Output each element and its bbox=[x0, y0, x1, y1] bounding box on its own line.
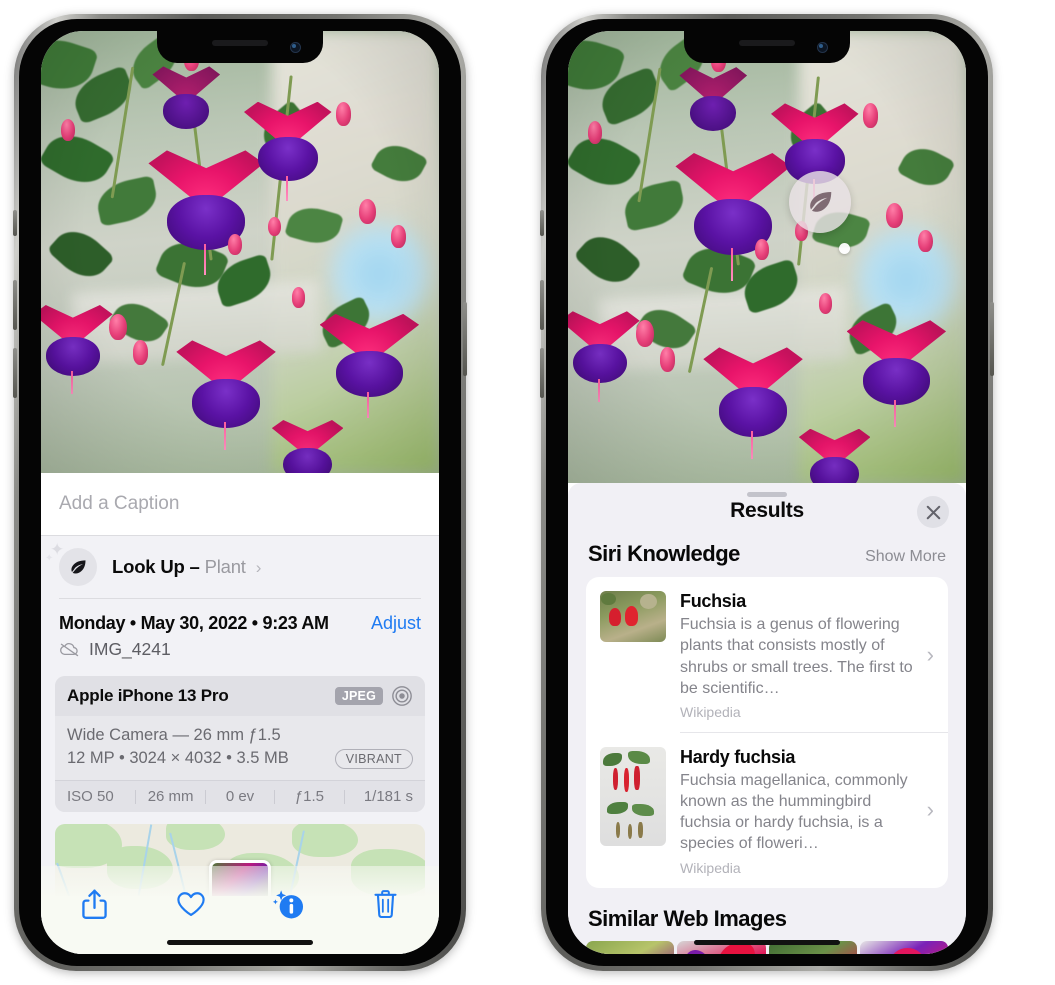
knowledge-source: Wikipedia bbox=[680, 704, 741, 721]
similar-web-images-header: Similar Web Images bbox=[568, 888, 966, 941]
knowledge-text: Fuchsia Fuchsia is a genus of flowering … bbox=[680, 591, 934, 720]
siri-knowledge-title: Siri Knowledge bbox=[588, 541, 740, 566]
screen-right: Results Siri Knowledge Show More Fuchsia… bbox=[568, 31, 966, 954]
chevron-right-icon: › bbox=[255, 558, 262, 577]
volume-up-left[interactable] bbox=[13, 280, 17, 330]
chevron-right-icon: › bbox=[926, 641, 934, 667]
volume-down-right[interactable] bbox=[540, 348, 544, 398]
knowledge-description: Fuchsia is a genus of flowering plants t… bbox=[680, 616, 913, 697]
exif-aperture: ƒ1.5 bbox=[294, 788, 325, 806]
caption-input[interactable]: Add a Caption bbox=[59, 493, 179, 515]
look-up-row[interactable]: ✦ ✦ Look Up – Plant › bbox=[41, 536, 439, 598]
share-button[interactable] bbox=[65, 882, 123, 926]
knowledge-description: Fuchsia magellanica, commonly known as t… bbox=[680, 771, 908, 853]
exif-shutter: 1/181 s bbox=[363, 788, 414, 806]
home-indicator-left[interactable] bbox=[167, 940, 313, 945]
show-more-button[interactable]: Show More bbox=[865, 548, 946, 566]
photo-date: Monday • May 30, 2022 • 9:23 AM bbox=[59, 612, 329, 633]
style-badge: VIBRANT bbox=[334, 749, 413, 770]
heart-icon bbox=[177, 891, 205, 916]
mute-switch-right[interactable] bbox=[540, 210, 544, 236]
knowledge-thumbnail bbox=[600, 746, 666, 846]
date-row: Monday • May 30, 2022 • 9:23 AM Adjust bbox=[41, 599, 439, 634]
siri-knowledge-card: Fuchsia Fuchsia is a genus of flowering … bbox=[586, 577, 948, 888]
metadata-body: Wide Camera — 26 mm ƒ1.5 12 MP • 3024 × … bbox=[55, 715, 425, 781]
similar-web-images-title: Similar Web Images bbox=[588, 905, 787, 931]
close-button[interactable] bbox=[917, 496, 949, 528]
metadata-header: Apple iPhone 13 Pro JPEG bbox=[55, 675, 425, 716]
exif-iso: ISO 50 bbox=[67, 788, 114, 806]
knowledge-source: Wikipedia bbox=[680, 859, 741, 876]
similar-image-thumb[interactable] bbox=[859, 940, 948, 954]
filename: IMG_4241 bbox=[89, 638, 171, 659]
knowledge-title: Fuchsia bbox=[680, 591, 746, 611]
metadata-badges: JPEG bbox=[334, 685, 413, 707]
earpiece-speaker-icon bbox=[212, 40, 268, 46]
close-icon bbox=[926, 505, 940, 519]
iphone-left: Add a Caption ✦ ✦ Look Up – Plant › Mond… bbox=[13, 14, 467, 971]
knowledge-row[interactable]: Fuchsia Fuchsia is a genus of flowering … bbox=[586, 577, 948, 732]
power-button-right[interactable] bbox=[990, 302, 994, 376]
size-row: 12 MP • 3024 × 4032 • 3.5 MB VIBRANT bbox=[67, 747, 413, 771]
info-sparkle-icon bbox=[272, 890, 303, 919]
knowledge-title: Hardy fuchsia bbox=[680, 746, 796, 767]
leaf-icon: ✦ ✦ bbox=[45, 541, 97, 586]
exif-ev: 0 ev bbox=[225, 788, 255, 806]
photo-viewer[interactable] bbox=[41, 31, 439, 473]
favorite-button[interactable] bbox=[162, 882, 220, 926]
knowledge-row[interactable]: Hardy fuchsia Fuchsia magellanica, commo… bbox=[586, 733, 948, 888]
knowledge-thumbnail bbox=[600, 591, 666, 642]
sparkle-small-icon: ✦ bbox=[45, 553, 54, 564]
leaf-icon bbox=[810, 192, 832, 212]
volume-down-left[interactable] bbox=[13, 348, 17, 398]
caption-field-row[interactable]: Add a Caption bbox=[41, 473, 439, 536]
front-camera-icon bbox=[290, 42, 301, 53]
chevron-right-icon: › bbox=[926, 797, 934, 823]
results-sheet: Results Siri Knowledge Show More Fuchsia… bbox=[568, 483, 966, 954]
photo-vignette bbox=[41, 31, 439, 473]
front-camera-icon bbox=[817, 42, 828, 53]
power-button-left[interactable] bbox=[463, 302, 467, 376]
info-button[interactable] bbox=[260, 882, 318, 926]
device-name: Apple iPhone 13 Pro bbox=[67, 685, 229, 705]
screen-left: Add a Caption ✦ ✦ Look Up – Plant › Mond… bbox=[41, 31, 439, 954]
aperture-icon[interactable] bbox=[391, 685, 413, 707]
home-indicator-right[interactable] bbox=[694, 940, 840, 945]
look-up-label: Look Up – Plant › bbox=[112, 556, 261, 578]
siri-knowledge-header: Siri Knowledge Show More bbox=[568, 539, 966, 577]
visual-lookup-badge[interactable] bbox=[788, 171, 851, 234]
cloud-slash-icon bbox=[60, 642, 79, 656]
look-up-subject: Plant bbox=[204, 556, 246, 577]
share-icon bbox=[81, 888, 107, 919]
photo-viewer[interactable] bbox=[568, 31, 966, 483]
mute-switch-left[interactable] bbox=[13, 210, 17, 236]
knowledge-text: Hardy fuchsia Fuchsia magellanica, commo… bbox=[680, 747, 934, 876]
earpiece-speaker-icon bbox=[739, 40, 795, 46]
volume-up-right[interactable] bbox=[540, 280, 544, 330]
photo-info-sheet: Add a Caption ✦ ✦ Look Up – Plant › Mond… bbox=[41, 473, 439, 954]
size-line: 12 MP • 3024 × 4032 • 3.5 MB bbox=[67, 749, 289, 768]
notch-right bbox=[684, 31, 850, 63]
delete-button[interactable] bbox=[357, 882, 415, 926]
lens-line: Wide Camera — 26 mm ƒ1.5 bbox=[67, 725, 281, 744]
exif-row: ISO 50 26 mm 0 ev ƒ1.5 1/181 s bbox=[55, 780, 425, 813]
adjust-button[interactable]: Adjust bbox=[371, 613, 421, 634]
look-up-text: Look Up – bbox=[112, 556, 200, 577]
exif-focal: 26 mm bbox=[147, 788, 194, 806]
camera-metadata-card[interactable]: Apple iPhone 13 Pro JPEG Wide Camera — 2… bbox=[55, 675, 425, 813]
results-header: Results bbox=[568, 483, 966, 539]
format-badge: JPEG bbox=[334, 686, 383, 705]
filename-row: IMG_4241 bbox=[41, 634, 439, 672]
similar-image-thumb[interactable] bbox=[586, 940, 675, 954]
trash-icon bbox=[374, 890, 398, 919]
results-title: Results bbox=[730, 499, 804, 522]
iphone-right: Results Siri Knowledge Show More Fuchsia… bbox=[540, 14, 994, 971]
photo-vignette bbox=[568, 31, 966, 483]
screenshot-stage: Add a Caption ✦ ✦ Look Up – Plant › Mond… bbox=[0, 0, 1055, 985]
notch-left bbox=[157, 31, 323, 63]
